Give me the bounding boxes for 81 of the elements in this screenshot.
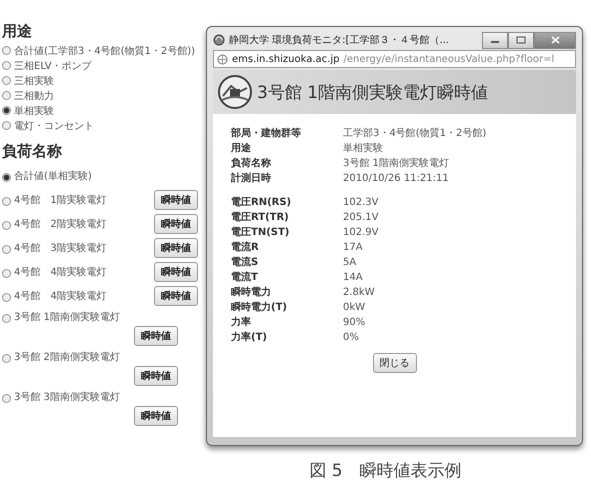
reading-label: 電圧RT(TR)	[231, 210, 290, 225]
radio-button[interactable]	[2, 61, 11, 70]
field-value: 単相実験	[343, 142, 384, 156]
close-dialog-button[interactable]: 閉じる	[372, 353, 416, 373]
globe-icon	[217, 54, 228, 64]
reading-label: 電流R	[231, 240, 260, 255]
load-name: 3号館 2階南側実験電灯	[14, 350, 121, 364]
usage-option: 三相動力	[14, 89, 54, 104]
usage-option: 合計値(工学部3・4号館(物質1・2号館))	[14, 44, 196, 59]
reading-value: 2.8kW	[343, 286, 376, 300]
reading-label: 力率(T)	[231, 330, 268, 345]
load-name: 4号館 1階実験電灯	[14, 194, 108, 207]
usage-option: 単相実験	[14, 104, 54, 119]
reading-value: 14A	[343, 271, 364, 285]
browser-icon	[213, 34, 225, 46]
radio-button[interactable]	[2, 314, 11, 322]
field-value: 工学部3・4号館(物質1・2号館)	[343, 126, 486, 141]
reading-label: 電流T	[231, 270, 259, 285]
instant-value-button[interactable]: 瞬時値	[134, 366, 178, 386]
radio-button[interactable]	[2, 121, 11, 130]
radio-button[interactable]	[2, 91, 11, 100]
reading-value: 90%	[343, 316, 366, 330]
reading-value: 102.3V	[343, 196, 378, 210]
reading-value: 5A	[343, 256, 358, 270]
field-value: 3号館 1階南側実験電灯	[343, 156, 450, 171]
radio-button[interactable]	[2, 268, 11, 278]
reading-label: 力率	[231, 315, 252, 330]
close-button[interactable]	[534, 32, 576, 48]
radio-button[interactable]	[2, 196, 11, 206]
section-heading: 負荷名称	[2, 142, 63, 161]
instant-value-button[interactable]: 瞬時値	[154, 190, 198, 210]
instant-value-button[interactable]: 瞬時値	[134, 406, 178, 426]
figure-caption: 図 5 瞬時値表示例	[308, 460, 463, 482]
section-heading: 用途	[2, 22, 33, 41]
instant-value-button[interactable]: 瞬時値	[134, 326, 178, 346]
load-name: 4号館 2階実験電灯	[14, 218, 108, 231]
maximize-icon	[516, 36, 526, 44]
load-name: 3号館 1階南側実験電灯	[14, 310, 121, 324]
reading-label: 電圧TN(ST)	[231, 226, 290, 240]
usage-option: 三相ELV・ポンプ	[14, 59, 92, 74]
reading-value: 205.1V	[343, 211, 378, 225]
reading-value: 17A	[343, 241, 364, 255]
page-heading: 3号館 1階南側実験電灯瞬時値	[257, 82, 488, 104]
field-label: 用途	[231, 142, 252, 156]
window-title: 静岡大学 環境負荷モニタ:[工学部３・４号館（...	[229, 34, 450, 47]
usage-option: 電灯・コンセント	[14, 119, 94, 134]
load-name: 3号館 3階南側実験電灯	[14, 390, 121, 404]
reading-label: 電圧RN(RS)	[231, 196, 292, 210]
reading-label: 電流S	[231, 255, 260, 270]
radio-button[interactable]	[2, 46, 11, 55]
radio-button[interactable]	[2, 172, 11, 182]
close-icon	[550, 36, 560, 44]
reading-label: 瞬時電力(T)	[231, 300, 288, 315]
field-label: 負荷名称	[231, 156, 272, 171]
radio-button[interactable]	[2, 292, 11, 302]
logo-icon	[217, 74, 253, 110]
radio-button[interactable]	[2, 394, 11, 402]
instant-value-button[interactable]: 瞬時値	[154, 214, 198, 234]
instant-value-button[interactable]: 瞬時値	[154, 286, 198, 306]
radio-button[interactable]	[2, 220, 11, 230]
address-bar[interactable]: ems.in.shizuoka.ac.jp /energy/e/instantaneousValue.php?floor=l	[213, 50, 576, 68]
field-label: 部局・建物群等	[231, 126, 302, 141]
radio-button[interactable]	[2, 354, 11, 362]
reading-value: 102.9V	[343, 226, 378, 240]
radio-button[interactable]	[2, 76, 11, 85]
instant-value-button[interactable]: 瞬時値	[154, 238, 198, 258]
maximize-button[interactable]	[508, 32, 534, 48]
load-name: 合計値(単相実験)	[14, 170, 93, 183]
minimize-button[interactable]	[482, 32, 508, 48]
field-value: 2010/10/26 11:21:11	[343, 172, 450, 186]
radio-button[interactable]	[2, 244, 11, 254]
instant-value-button[interactable]: 瞬時値	[154, 262, 198, 282]
reading-value: 0%	[343, 331, 360, 345]
usage-option: 三相実験	[14, 74, 54, 89]
field-label: 計測日時	[231, 172, 272, 186]
reading-label: 瞬時電力	[231, 286, 272, 300]
reading-value: 0kW	[343, 301, 366, 315]
load-name: 4号館 4階実験電灯	[14, 266, 108, 279]
load-name: 4号館 4階実験電灯	[14, 290, 108, 303]
radio-button[interactable]	[2, 106, 11, 115]
load-name: 4号館 3階実験電灯	[14, 242, 108, 255]
